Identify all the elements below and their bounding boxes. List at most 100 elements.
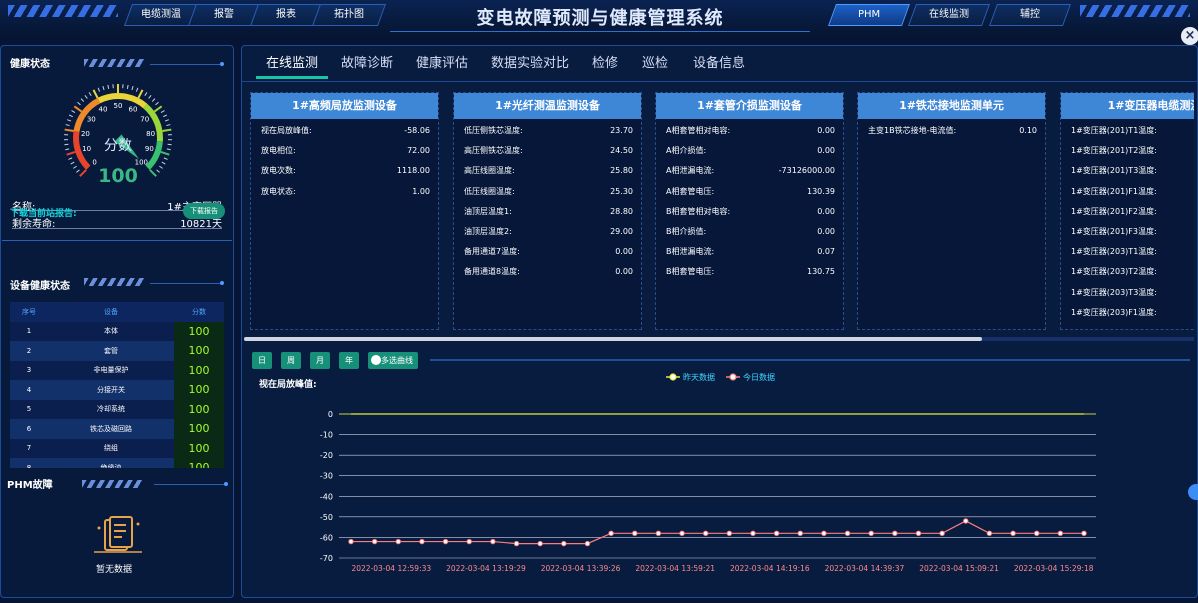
gauge-tick-label: 70 bbox=[140, 116, 149, 124]
device-card-row: 备用通道8温度: 0.00 bbox=[454, 262, 641, 282]
data-point[interactable] bbox=[915, 530, 922, 537]
tab-inspection[interactable]: 巡检 bbox=[642, 52, 668, 71]
data-point[interactable] bbox=[702, 530, 709, 537]
data-point[interactable] bbox=[513, 540, 520, 547]
metric-label: B相泄漏电流: bbox=[666, 247, 715, 257]
table-row[interactable]: 6 铁芯及磁回路 100 bbox=[10, 419, 224, 439]
data-point[interactable] bbox=[537, 540, 543, 547]
col-header-index: 序号 bbox=[10, 302, 48, 322]
legend-label[interactable]: 昨天数据 bbox=[683, 372, 715, 382]
gauge-tick bbox=[64, 143, 69, 146]
legend-label[interactable]: 今日数据 bbox=[743, 372, 775, 382]
side-collapse-handle[interactable] bbox=[1188, 484, 1198, 500]
data-point[interactable] bbox=[750, 530, 756, 537]
device-card: 1#光纤测温监测设备 低压侧铁芯温度: 23.70 高压侧铁芯温度: 24.50 高压线圈… bbox=[453, 92, 642, 330]
gauge-tick bbox=[163, 157, 168, 160]
device-card-row: A相套管相对电容: 0.00 bbox=[656, 121, 843, 141]
data-point[interactable] bbox=[679, 530, 685, 537]
gauge-tick bbox=[156, 169, 160, 173]
section-decoration bbox=[84, 278, 144, 286]
gauge-tick bbox=[88, 92, 92, 97]
data-point[interactable] bbox=[348, 538, 354, 545]
metric-label: A相泄漏电流: bbox=[666, 166, 715, 176]
table-row[interactable]: 4 分接开关 100 bbox=[10, 380, 224, 400]
cell-index: 5 bbox=[10, 399, 48, 419]
gauge-tick-label: 50 bbox=[114, 102, 123, 110]
tab-device-info[interactable]: 设备信息 bbox=[693, 52, 745, 71]
data-point[interactable] bbox=[1081, 530, 1087, 537]
data-point[interactable] bbox=[892, 530, 898, 537]
data-point[interactable] bbox=[371, 538, 378, 545]
gauge-tick-label: 20 bbox=[81, 130, 90, 138]
data-point[interactable] bbox=[490, 538, 496, 545]
y-tick-label: -50 bbox=[320, 513, 333, 522]
download-report-button[interactable]: 下载报告 bbox=[183, 203, 225, 219]
table-row[interactable]: 8 绝缘油 100 bbox=[10, 458, 224, 468]
tab-online-monitor[interactable]: 在线监测 bbox=[266, 52, 318, 71]
data-point[interactable] bbox=[821, 530, 827, 537]
horizontal-scrollbar-thumb[interactable] bbox=[244, 337, 982, 341]
table-row[interactable]: 3 非电量保护 100 bbox=[10, 360, 224, 380]
data-point[interactable] bbox=[773, 530, 780, 537]
x-tick-label: 2022-03-04 14:19:16 bbox=[730, 564, 810, 573]
gauge-tick bbox=[79, 169, 87, 177]
data-point[interactable] bbox=[584, 540, 591, 547]
y-tick-label: -20 bbox=[320, 451, 333, 460]
metric-value: 1118.00 bbox=[396, 166, 430, 176]
nav-report[interactable]: 报表 bbox=[249, 4, 323, 26]
nav-topology[interactable]: 拓扑图 bbox=[311, 4, 387, 26]
x-tick-label: 2022-03-04 13:59:21 bbox=[635, 564, 715, 573]
data-point[interactable] bbox=[442, 538, 449, 545]
data-point[interactable] bbox=[939, 530, 945, 537]
tab-health-assessment[interactable]: 健康评估 bbox=[416, 52, 468, 71]
tab-maintenance[interactable]: 检修 bbox=[592, 52, 618, 71]
close-icon[interactable]: × bbox=[1181, 27, 1198, 45]
table-row[interactable]: 7 绕组 100 bbox=[10, 438, 224, 458]
data-point[interactable] bbox=[1034, 530, 1040, 537]
data-point[interactable] bbox=[726, 530, 733, 537]
data-point[interactable] bbox=[797, 530, 803, 537]
data-point[interactable] bbox=[632, 530, 638, 537]
tab-fault-diagnosis[interactable]: 故障诊断 bbox=[341, 52, 393, 71]
metric-value: 0.00 bbox=[615, 267, 633, 277]
data-point[interactable] bbox=[844, 530, 851, 537]
data-point[interactable] bbox=[608, 530, 614, 537]
data-point[interactable] bbox=[419, 538, 425, 545]
data-point[interactable] bbox=[963, 518, 969, 524]
gauge-tick bbox=[149, 169, 157, 177]
data-point[interactable] bbox=[868, 530, 874, 537]
data-point[interactable] bbox=[986, 530, 993, 537]
table-row[interactable]: 2 套管 100 bbox=[10, 341, 224, 361]
nav-cable-temp[interactable]: 电缆测温 bbox=[123, 4, 199, 26]
nav-aux-control[interactable]: 辅控 bbox=[988, 4, 1072, 26]
device-cards-strip[interactable]: 1#高频局放监测设备 视在局放峰值: -58.06 放电相位: 72.00 放电次数: 11… bbox=[244, 88, 1194, 334]
nav-online-monitor[interactable]: 在线监测 bbox=[907, 4, 991, 26]
data-point[interactable] bbox=[395, 538, 401, 545]
metric-label: 视在局放峰值: bbox=[261, 126, 312, 135]
nav-phm[interactable]: PHM bbox=[827, 4, 911, 26]
gauge-score: 100 bbox=[98, 165, 138, 187]
table-row[interactable]: 1 本体 100 bbox=[10, 321, 224, 341]
nav-alarm[interactable]: 报警 bbox=[187, 4, 261, 26]
data-point[interactable] bbox=[466, 538, 472, 545]
device-card-row: 高压线圈温度: 25.80 bbox=[454, 161, 641, 181]
metric-value: 0.00 bbox=[817, 146, 835, 156]
data-point[interactable] bbox=[655, 530, 662, 537]
gauge-tick bbox=[84, 95, 88, 99]
device-card-row: 1#变压器(203)F1温度: bbox=[1061, 303, 1194, 323]
data-point[interactable] bbox=[561, 540, 567, 547]
metric-label: B相介损值: bbox=[666, 226, 707, 236]
equipment-table-wrap[interactable]: 序号 设备 分数 1 本体 100 2 套管 100 3 非电量保护 100 4 分接开关 10… bbox=[10, 302, 224, 468]
gauge-tick bbox=[144, 92, 148, 97]
legend-marker bbox=[669, 373, 677, 381]
multi-curve-label: 多选曲线 bbox=[381, 356, 413, 365]
gauge-tick-label: 0 bbox=[92, 158, 96, 166]
cell-score: 100 bbox=[174, 399, 224, 419]
gauge-tick bbox=[160, 150, 170, 156]
gauge-tick bbox=[135, 87, 139, 92]
table-row[interactable]: 5 冷却系统 100 bbox=[10, 399, 224, 419]
device-card-row: 1#变压器(203)T1温度: bbox=[1061, 242, 1194, 262]
tab-data-comparison[interactable]: 数据实验对比 bbox=[491, 52, 569, 71]
data-point[interactable] bbox=[1010, 530, 1016, 537]
data-point[interactable] bbox=[1057, 530, 1064, 537]
